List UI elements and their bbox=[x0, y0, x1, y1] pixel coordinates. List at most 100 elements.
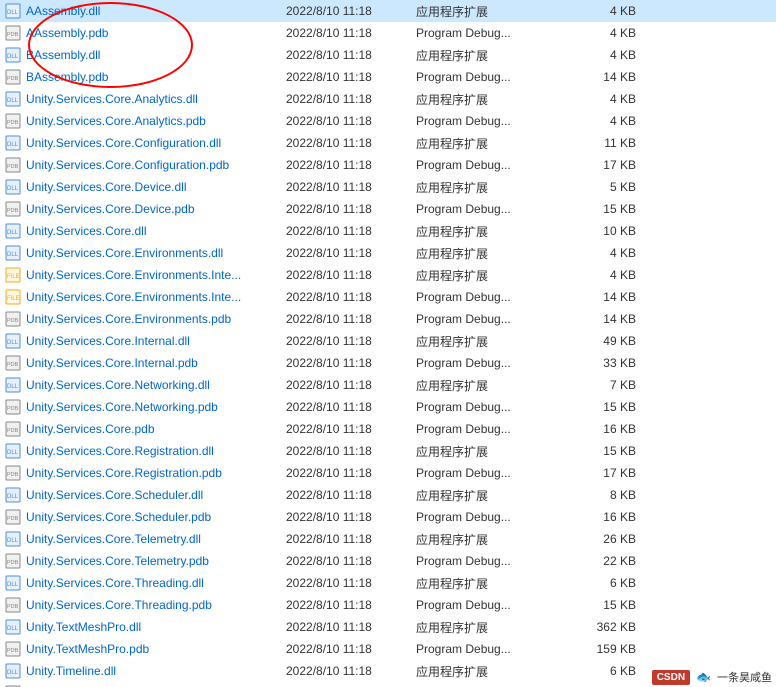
table-row[interactable]: PDB Unity.Services.Core.Analytics.pdb 20… bbox=[0, 110, 776, 132]
file-date: 2022/8/10 11:18 bbox=[286, 532, 416, 546]
file-size: 15 KB bbox=[556, 202, 636, 216]
file-name[interactable]: Unity.TextMeshPro.dll bbox=[26, 620, 286, 634]
table-row[interactable]: DLL Unity.Services.Core.Device.dll 2022/… bbox=[0, 176, 776, 198]
file-type: Program Debug... bbox=[416, 510, 556, 524]
file-type: 应用程序扩展 bbox=[416, 267, 556, 284]
svg-text:PDB: PDB bbox=[7, 362, 19, 368]
file-size: 16 KB bbox=[556, 510, 636, 524]
file-icon: DLL bbox=[4, 178, 22, 196]
svg-text:DLL: DLL bbox=[7, 230, 19, 236]
svg-text:PDB: PDB bbox=[7, 428, 19, 434]
file-name[interactable]: Unity.Services.Core.Environments.pdb bbox=[26, 312, 286, 326]
file-name[interactable]: Unity.Services.Core.pdb bbox=[26, 422, 286, 436]
file-size: 14 KB bbox=[556, 290, 636, 304]
file-name[interactable]: Unity.Services.Core.Telemetry.pdb bbox=[26, 554, 286, 568]
svg-text:PDB: PDB bbox=[7, 208, 19, 214]
file-name[interactable]: Unity.Services.Core.Threading.dll bbox=[26, 576, 286, 590]
file-name[interactable]: Unity.Services.Core.Scheduler.pdb bbox=[26, 510, 286, 524]
watermark-icon: 🐟 bbox=[696, 670, 711, 684]
file-name[interactable]: AAssembly.dll bbox=[26, 4, 286, 18]
table-row[interactable]: PDB Unity.Services.Core.Device.pdb 2022/… bbox=[0, 198, 776, 220]
svg-text:PDB: PDB bbox=[7, 76, 19, 82]
file-date: 2022/8/10 11:18 bbox=[286, 92, 416, 106]
file-name[interactable]: Unity.Timeline.dll bbox=[26, 664, 286, 678]
file-size: 4 KB bbox=[556, 26, 636, 40]
table-row[interactable]: DLL Unity.Services.Core.Telemetry.dll 20… bbox=[0, 528, 776, 550]
table-row[interactable]: PDB Unity.Services.Core.Environments.pdb… bbox=[0, 308, 776, 330]
file-date: 2022/8/10 11:18 bbox=[286, 444, 416, 458]
table-row[interactable]: PDB AAssembly.pdb 2022/8/10 11:18 Progra… bbox=[0, 22, 776, 44]
file-date: 2022/8/10 11:18 bbox=[286, 268, 416, 282]
file-name[interactable]: Unity.Services.Core.Scheduler.dll bbox=[26, 488, 286, 502]
file-name[interactable]: Unity.Services.Core.Threading.pdb bbox=[26, 598, 286, 612]
file-type: Program Debug... bbox=[416, 202, 556, 216]
file-name[interactable]: BAssembly.pdb bbox=[26, 70, 286, 84]
file-name[interactable]: Unity.Services.Core.Configuration.dll bbox=[26, 136, 286, 150]
file-name[interactable]: Unity.Services.Core.Telemetry.dll bbox=[26, 532, 286, 546]
file-type: 应用程序扩展 bbox=[416, 47, 556, 64]
file-name[interactable]: Unity.Services.Core.Internal.pdb bbox=[26, 356, 286, 370]
file-name[interactable]: BAssembly.dll bbox=[26, 48, 286, 62]
table-row[interactable]: PDB Unity.Services.Core.pdb 2022/8/10 11… bbox=[0, 418, 776, 440]
file-name[interactable]: Unity.Services.Core.Registration.pdb bbox=[26, 466, 286, 480]
table-row[interactable]: DLL Unity.TextMeshPro.dll 2022/8/10 11:1… bbox=[0, 616, 776, 638]
file-date: 2022/8/10 11:18 bbox=[286, 202, 416, 216]
table-row[interactable]: DLL Unity.Services.Core.Environments.dll… bbox=[0, 242, 776, 264]
svg-text:DLL: DLL bbox=[7, 186, 19, 192]
file-size: 17 KB bbox=[556, 466, 636, 480]
table-row[interactable]: DLL Unity.Services.Core.Configuration.dl… bbox=[0, 132, 776, 154]
table-row[interactable]: DLL Unity.Services.Core.Internal.dll 202… bbox=[0, 330, 776, 352]
file-size: 15 KB bbox=[556, 400, 636, 414]
table-row[interactable]: PDB Unity.Services.Core.Threading.pdb 20… bbox=[0, 594, 776, 616]
table-row[interactable]: DLL BAssembly.dll 2022/8/10 11:18 应用程序扩展… bbox=[0, 44, 776, 66]
table-row[interactable]: PDB Unity.Services.Core.Registration.pdb… bbox=[0, 462, 776, 484]
file-name[interactable]: Unity.Services.Core.Device.dll bbox=[26, 180, 286, 194]
table-row[interactable]: PDB Unity.Services.Core.Internal.pdb 202… bbox=[0, 352, 776, 374]
table-row[interactable]: DLL Unity.Services.Core.Registration.dll… bbox=[0, 440, 776, 462]
table-row[interactable]: PDB Unity.Services.Core.Networking.pdb 2… bbox=[0, 396, 776, 418]
file-name[interactable]: Unity.Services.Core.Analytics.dll bbox=[26, 92, 286, 106]
file-type: Program Debug... bbox=[416, 642, 556, 656]
file-type: 应用程序扩展 bbox=[416, 443, 556, 460]
file-size: 4 KB bbox=[556, 246, 636, 260]
file-name[interactable]: Unity.Services.Core.Registration.dll bbox=[26, 444, 286, 458]
file-name[interactable]: Unity.Services.Core.Configuration.pdb bbox=[26, 158, 286, 172]
table-row[interactable]: DLL Unity.Services.Core.Scheduler.dll 20… bbox=[0, 484, 776, 506]
table-row[interactable]: FILE Unity.Services.Core.Environments.In… bbox=[0, 264, 776, 286]
table-row[interactable]: DLL Unity.Services.Core.Analytics.dll 20… bbox=[0, 88, 776, 110]
file-size: 159 KB bbox=[556, 642, 636, 656]
file-name[interactable]: Unity.Services.Core.Networking.dll bbox=[26, 378, 286, 392]
table-row[interactable]: DLL Unity.Services.Core.Threading.dll 20… bbox=[0, 572, 776, 594]
file-name[interactable]: Unity.Services.Core.Analytics.pdb bbox=[26, 114, 286, 128]
file-name[interactable]: Unity.TextMeshPro.pdb bbox=[26, 642, 286, 656]
file-type: 应用程序扩展 bbox=[416, 531, 556, 548]
file-list[interactable]: DLL AAssembly.dll 2022/8/10 11:18 应用程序扩展… bbox=[0, 0, 776, 687]
table-row[interactable]: DLL Unity.Services.Core.dll 2022/8/10 11… bbox=[0, 220, 776, 242]
file-type: Program Debug... bbox=[416, 312, 556, 326]
table-row[interactable]: PDB BAssembly.pdb 2022/8/10 11:18 Progra… bbox=[0, 66, 776, 88]
file-size: 14 KB bbox=[556, 312, 636, 326]
file-icon: PDB bbox=[4, 310, 22, 328]
file-size: 4 KB bbox=[556, 114, 636, 128]
table-row[interactable]: DLL AAssembly.dll 2022/8/10 11:18 应用程序扩展… bbox=[0, 0, 776, 22]
file-name[interactable]: Unity.Services.Core.Environments.Inte... bbox=[26, 290, 286, 304]
file-name[interactable]: Unity.Services.Core.dll bbox=[26, 224, 286, 238]
file-name[interactable]: AAssembly.pdb bbox=[26, 26, 286, 40]
file-type: 应用程序扩展 bbox=[416, 575, 556, 592]
file-type: 应用程序扩展 bbox=[416, 179, 556, 196]
file-name[interactable]: Unity.Services.Core.Internal.dll bbox=[26, 334, 286, 348]
file-date: 2022/8/10 11:18 bbox=[286, 158, 416, 172]
file-name[interactable]: Unity.Services.Core.Networking.pdb bbox=[26, 400, 286, 414]
table-row[interactable]: FILE Unity.Services.Core.Environments.In… bbox=[0, 286, 776, 308]
table-row[interactable]: PDB Unity.Services.Core.Telemetry.pdb 20… bbox=[0, 550, 776, 572]
table-row[interactable]: PDB Unity.Services.Core.Configuration.pd… bbox=[0, 154, 776, 176]
table-row[interactable]: PDB Unity.Services.Core.Scheduler.pdb 20… bbox=[0, 506, 776, 528]
file-name[interactable]: Unity.Services.Core.Environments.dll bbox=[26, 246, 286, 260]
file-date: 2022/8/10 11:18 bbox=[286, 312, 416, 326]
file-date: 2022/8/10 11:18 bbox=[286, 4, 416, 18]
table-row[interactable]: PDB Unity.TextMeshPro.pdb 2022/8/10 11:1… bbox=[0, 638, 776, 660]
file-name[interactable]: Unity.Services.Core.Device.pdb bbox=[26, 202, 286, 216]
table-row[interactable]: DLL Unity.Services.Core.Networking.dll 2… bbox=[0, 374, 776, 396]
file-name[interactable]: Unity.Services.Core.Environments.Inte... bbox=[26, 268, 286, 282]
file-type: 应用程序扩展 bbox=[416, 3, 556, 20]
